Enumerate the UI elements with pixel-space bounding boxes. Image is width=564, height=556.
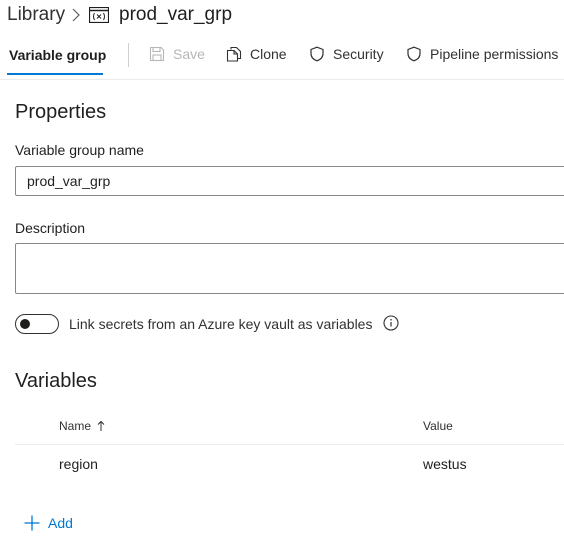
chevron-right-icon (71, 8, 81, 22)
add-variable-button[interactable]: Add (23, 514, 73, 532)
properties-heading: Properties (15, 101, 107, 123)
toolbar-divider-line (0, 79, 564, 80)
clone-label: Clone (250, 46, 287, 62)
column-header-value[interactable]: Value (423, 418, 453, 434)
add-variable-label: Add (48, 515, 73, 531)
column-header-name[interactable]: Name (59, 418, 105, 434)
save-icon (149, 46, 165, 62)
tab-selected-indicator (7, 73, 103, 75)
breadcrumb-library-link[interactable]: Library (7, 3, 65, 27)
shield-icon (309, 46, 325, 62)
arrow-up-icon (97, 420, 105, 432)
security-label: Security (333, 46, 384, 62)
variable-value-cell[interactable]: westus (423, 455, 467, 473)
plus-icon (23, 514, 41, 532)
keyvault-toggle[interactable] (15, 314, 59, 334)
pipeline-permissions-button[interactable]: Pipeline permissions (406, 45, 558, 63)
variable-name-cell[interactable]: region (59, 455, 98, 473)
clone-icon (226, 46, 242, 62)
variable-group-icon (89, 7, 109, 23)
variables-heading: Variables (15, 370, 97, 392)
variable-group-name-label: Variable group name (15, 142, 144, 158)
clone-button[interactable]: Clone (226, 45, 287, 63)
breadcrumb-current: prod_var_grp (119, 4, 233, 25)
tab-variable-group[interactable]: Variable group (9, 46, 106, 64)
save-label: Save (173, 46, 205, 62)
description-label: Description (15, 220, 86, 236)
pipeline-permissions-label: Pipeline permissions (430, 46, 559, 62)
description-input[interactable] (15, 243, 564, 294)
shield-icon (406, 46, 422, 62)
variable-group-name-input[interactable] (15, 166, 564, 196)
toggle-knob (20, 319, 30, 329)
column-header-name-label: Name (59, 419, 92, 433)
security-button[interactable]: Security (309, 45, 384, 63)
table-row[interactable]: region westus (15, 445, 564, 481)
keyvault-toggle-label: Link secrets from an Azure key vault as … (69, 316, 373, 332)
save-button[interactable]: Save (149, 45, 205, 63)
toolbar-divider (128, 43, 129, 67)
info-icon[interactable] (383, 315, 399, 331)
